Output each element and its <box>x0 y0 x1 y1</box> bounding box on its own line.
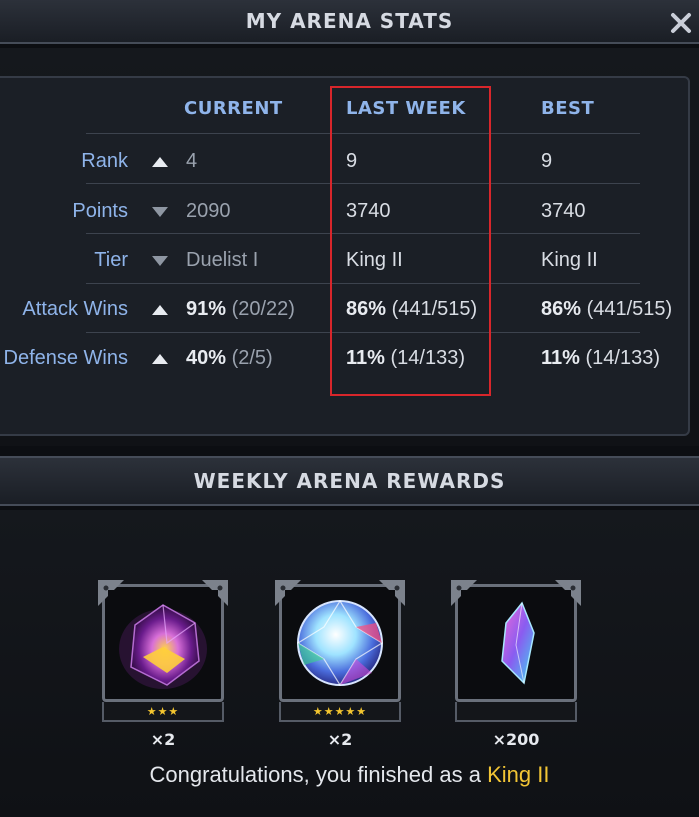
rank-best: 9 <box>541 150 553 172</box>
row-label-attack-wins: Attack Wins <box>22 298 128 320</box>
arrow-up-icon <box>152 305 168 315</box>
frame-corner-icon <box>275 580 301 606</box>
points-best: 3740 <box>541 200 586 222</box>
close-icon[interactable] <box>669 11 693 35</box>
row-label-defense-wins: Defense Wins <box>3 347 129 369</box>
defense-wins-best-ratio: (14/133) <box>579 347 660 369</box>
rewards-title: WEEKLY ARENA REWARDS <box>193 469 506 493</box>
defense-wins-current-ratio: (2/5) <box>226 347 273 369</box>
frame-corner-icon <box>202 580 228 606</box>
tier-best: King II <box>541 249 598 271</box>
finished-rank: King II <box>487 762 550 787</box>
arrow-up-icon <box>152 354 168 364</box>
row-label-tier: Tier <box>94 249 128 271</box>
star-rating <box>455 702 577 722</box>
points-current: 2090 <box>186 200 231 222</box>
attack-wins-best-pct: 86% <box>541 298 582 320</box>
reward-quantity: ×200 <box>492 730 540 749</box>
star-rating: ★★★★★ <box>279 702 401 722</box>
frame-corner-icon <box>98 580 124 606</box>
frame-corner-icon <box>379 580 405 606</box>
column-header-current: CURRENT <box>184 98 283 119</box>
last-week-highlight <box>330 86 491 396</box>
attack-wins-current-ratio: (20/22) <box>226 298 295 320</box>
reward-quantity: ×2 <box>327 730 353 749</box>
congratulations-message: Congratulations, you finished as a King … <box>0 762 699 788</box>
attack-wins-best-ratio: (441/515) <box>581 298 673 320</box>
attack-wins-current: 91% (20/22) <box>186 298 295 321</box>
reward-card[interactable]: ★★★★★ <box>275 580 405 722</box>
frame-corner-icon <box>451 580 477 606</box>
stars: ★★★ <box>146 704 180 718</box>
reward-quantity: ×2 <box>150 730 176 749</box>
column-header-best: BEST <box>541 98 595 119</box>
row-label-points: Points <box>72 200 128 222</box>
frame-corner-icon <box>555 580 581 606</box>
arrow-down-icon <box>152 207 168 217</box>
reward-card[interactable] <box>451 580 581 722</box>
attack-wins-best: 86% (441/515) <box>541 298 672 321</box>
rewards-header: WEEKLY ARENA REWARDS <box>0 456 699 506</box>
close-button[interactable] <box>667 9 695 37</box>
rank-current: 4 <box>186 150 198 172</box>
defense-wins-best-pct: 11% <box>541 347 580 369</box>
attack-wins-current-pct: 91% <box>186 298 227 320</box>
stars: ★★★★★ <box>312 704 368 718</box>
arrow-up-icon <box>152 157 168 167</box>
congratulations-text: Congratulations, you finished as a <box>149 762 488 787</box>
defense-wins-current: 40% (2/5) <box>186 347 273 370</box>
page-title: MY ARENA STATS <box>245 9 454 33</box>
tier-current: Duelist I <box>186 249 259 271</box>
star-rating: ★★★ <box>102 702 224 722</box>
reward-card[interactable]: ★★★ <box>98 580 228 722</box>
arrow-down-icon <box>152 256 168 266</box>
row-label-rank: Rank <box>81 150 128 172</box>
defense-wins-best: 11% (14/133) <box>541 347 660 370</box>
defense-wins-current-pct: 40% <box>186 347 227 369</box>
stats-header: MY ARENA STATS <box>0 0 699 44</box>
